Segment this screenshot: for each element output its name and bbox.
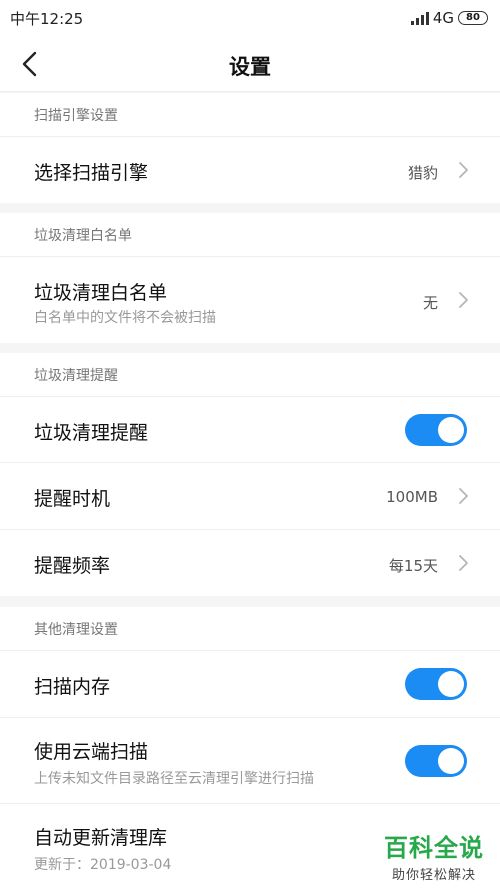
row-title: 选择扫描引擎 [34, 162, 149, 184]
row-whitelist[interactable]: 垃圾清理白名单 白名单中的文件将不会被扫描 无 [0, 257, 500, 343]
row-value: 猎豹 [407, 164, 438, 182]
row-reminder-frequency[interactable]: 提醒频率 每15天 [0, 530, 500, 596]
toggle-knob [438, 671, 464, 697]
signal-icon [410, 11, 429, 25]
chevron-right-icon [459, 555, 468, 571]
chevron-right-icon [459, 488, 468, 504]
network-type: 4G [432, 9, 454, 27]
section-header: 其他清理设置 [0, 607, 500, 651]
row-cleanup-reminder: 垃圾清理提醒 [0, 397, 500, 463]
section-whitelist: 垃圾清理白名单 垃圾清理白名单 白名单中的文件将不会被扫描 无 [0, 213, 500, 343]
status-indicators: 4G 80 [410, 8, 488, 28]
watermark-title: 百科全说 [384, 834, 484, 862]
section-header: 垃圾清理提醒 [0, 353, 500, 397]
section-header: 扫描引擎设置 [0, 93, 500, 137]
row-cloud-scan: 使用云端扫描 上传未知文件目录路径至云清理引擎进行扫描 [0, 718, 500, 804]
section-scan-engine: 扫描引擎设置 选择扫描引擎 猎豹 [0, 93, 500, 203]
row-value: 无 [422, 294, 438, 312]
toggle-knob [438, 748, 464, 774]
row-value: 100MB [386, 488, 438, 506]
cloud-scan-toggle[interactable] [405, 745, 467, 777]
row-description: 上传未知文件目录路径至云清理引擎进行扫描 [34, 771, 314, 787]
row-select-scan-engine[interactable]: 选择扫描引擎 猎豹 [0, 137, 500, 203]
scan-memory-toggle[interactable] [405, 668, 467, 700]
battery-icon: 80 [458, 11, 488, 25]
watermark-subtitle: 助你轻松解决 [391, 868, 476, 883]
row-description: 更新于：2019-03-04 [34, 857, 172, 873]
row-title: 提醒频率 [34, 555, 111, 577]
header-bar: 设置 [0, 36, 500, 92]
chevron-right-icon [459, 292, 468, 308]
row-value: 每15天 [388, 557, 438, 575]
row-title: 垃圾清理白名单 [34, 282, 168, 304]
row-title: 提醒时机 [34, 488, 111, 510]
cleanup-reminder-toggle[interactable] [405, 414, 467, 446]
toggle-knob [438, 417, 464, 443]
row-title: 垃圾清理提醒 [34, 422, 149, 444]
row-description: 白名单中的文件将不会被扫描 [34, 310, 216, 326]
status-time: 中午12:25 [10, 10, 84, 28]
row-scan-memory: 扫描内存 [0, 651, 500, 718]
row-title: 自动更新清理库 [34, 827, 168, 849]
watermark: 百科全说 助你轻松解决 [384, 828, 484, 883]
row-title: 使用云端扫描 [34, 741, 149, 763]
page-title: 设置 [229, 55, 271, 79]
section-cleanup-reminder: 垃圾清理提醒 垃圾清理提醒 提醒时机 100MB 提醒频率 每15天 [0, 353, 500, 596]
row-reminder-timing[interactable]: 提醒时机 100MB [0, 463, 500, 530]
chevron-right-icon [459, 162, 468, 178]
row-title: 扫描内存 [34, 676, 111, 698]
section-header: 垃圾清理白名单 [0, 213, 500, 257]
status-bar: 中午12:25 4G 80 [0, 0, 500, 36]
